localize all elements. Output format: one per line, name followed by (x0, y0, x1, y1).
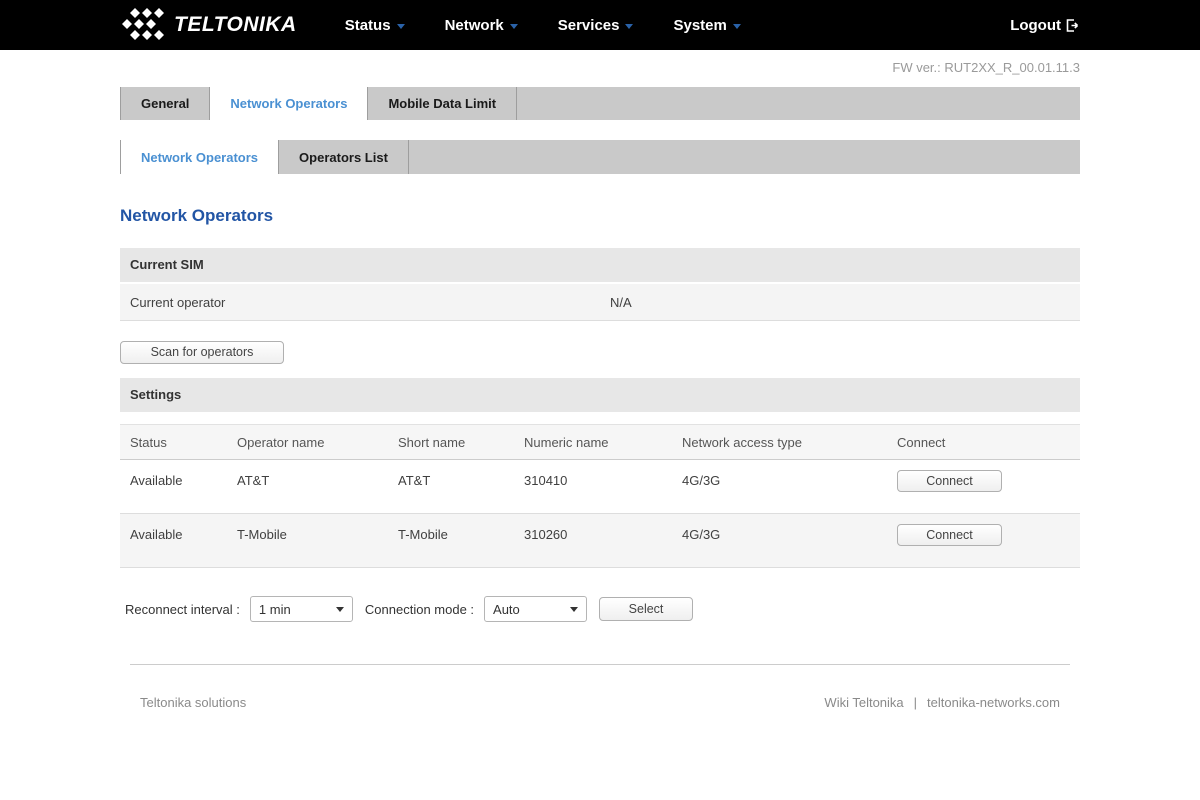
teltonika-networks-link[interactable]: teltonika-networks.com (927, 695, 1060, 710)
scan-for-operators-button[interactable]: Scan for operators (120, 341, 284, 364)
wiki-teltonika-link[interactable]: Wiki Teltonika (824, 695, 903, 710)
current-operator-row: Current operator N/A (120, 284, 1080, 321)
connection-mode-label: Connection mode : (365, 602, 474, 617)
current-operator-value: N/A (610, 295, 632, 310)
tab-mobile-data-limit[interactable]: Mobile Data Limit (368, 87, 517, 120)
col-header-connect: Connect (897, 435, 1080, 450)
col-header-numeric-name: Numeric name (524, 435, 682, 450)
nav-item-services[interactable]: Services (558, 17, 634, 34)
nav-item-status[interactable]: Status (345, 17, 405, 34)
subtab-operators-list[interactable]: Operators List (279, 140, 409, 174)
teltonika-logo[interactable]: TELTONIKA (120, 7, 297, 43)
nav-item-label: Status (345, 17, 391, 34)
cell-status: Available (130, 460, 237, 513)
brand-name: TELTONIKA (174, 13, 297, 37)
col-header-network-access-type: Network access type (682, 435, 897, 450)
cell-operator-name: T-Mobile (237, 514, 398, 567)
dropdown-arrow-icon (570, 607, 578, 612)
chevron-down-icon (397, 24, 405, 29)
connection-mode-value: Auto (493, 602, 520, 617)
cell-status: Available (130, 514, 237, 567)
select-button[interactable]: Select (599, 597, 693, 621)
operators-table: Status Operator name Short name Numeric … (120, 424, 1080, 568)
chevron-down-icon (625, 24, 633, 29)
reconnect-interval-select[interactable]: 1 min (250, 596, 353, 622)
teltonika-logo-icon (120, 7, 168, 43)
nav-item-network[interactable]: Network (445, 17, 518, 34)
main-nav: Status Network Services System (345, 17, 741, 34)
footer-brand-text: Teltonika solutions (140, 695, 246, 710)
bottom-controls: Reconnect interval : 1 min Connection mo… (120, 596, 1080, 622)
reconnect-interval-label: Reconnect interval : (125, 602, 240, 617)
connection-mode-select[interactable]: Auto (484, 596, 587, 622)
col-header-status: Status (130, 435, 237, 450)
cell-operator-name: AT&T (237, 460, 398, 513)
cell-short-name: AT&T (398, 460, 524, 513)
logout-icon (1064, 17, 1080, 34)
cell-numeric-name: 310260 (524, 514, 682, 567)
table-row: Available AT&T AT&T 310410 4G/3G Connect (120, 460, 1080, 514)
footer-separator: | (914, 695, 917, 710)
cell-network-access-type: 4G/3G (682, 460, 897, 513)
nav-item-label: Network (445, 17, 504, 34)
table-row: Available T-Mobile T-Mobile 310260 4G/3G… (120, 514, 1080, 568)
cell-network-access-type: 4G/3G (682, 514, 897, 567)
subtab-network-operators[interactable]: Network Operators (120, 140, 279, 174)
current-sim-section-header: Current SIM (120, 248, 1080, 282)
nav-item-label: System (673, 17, 726, 34)
col-header-operator-name: Operator name (237, 435, 398, 450)
top-bar: TELTONIKA Status Network Services System… (0, 0, 1200, 50)
main-content: General Network Operators Mobile Data Li… (120, 87, 1080, 710)
logout-label: Logout (1010, 17, 1061, 34)
secondary-tab-bar: Network Operators Operators List (120, 140, 1080, 174)
tab-network-operators[interactable]: Network Operators (210, 87, 368, 120)
cell-numeric-name: 310410 (524, 460, 682, 513)
dropdown-arrow-icon (336, 607, 344, 612)
logout-button[interactable]: Logout (1010, 17, 1080, 34)
tab-general[interactable]: General (120, 87, 210, 120)
chevron-down-icon (510, 24, 518, 29)
primary-tab-bar: General Network Operators Mobile Data Li… (120, 87, 1080, 120)
cell-short-name: T-Mobile (398, 514, 524, 567)
connect-button[interactable]: Connect (897, 470, 1002, 492)
fw-version: FW ver.: RUT2XX_R_00.01.11.3 (120, 50, 1080, 83)
operators-table-header: Status Operator name Short name Numeric … (120, 424, 1080, 460)
current-operator-label: Current operator (120, 295, 225, 310)
col-header-short-name: Short name (398, 435, 524, 450)
connect-button[interactable]: Connect (897, 524, 1002, 546)
nav-item-label: Services (558, 17, 620, 34)
settings-section-header: Settings (120, 378, 1080, 412)
chevron-down-icon (733, 24, 741, 29)
footer: Teltonika solutions Wiki Teltonika | tel… (120, 695, 1080, 710)
nav-item-system[interactable]: System (673, 17, 740, 34)
reconnect-interval-value: 1 min (259, 602, 291, 617)
footer-divider (130, 664, 1070, 665)
page-title: Network Operators (120, 206, 1080, 226)
